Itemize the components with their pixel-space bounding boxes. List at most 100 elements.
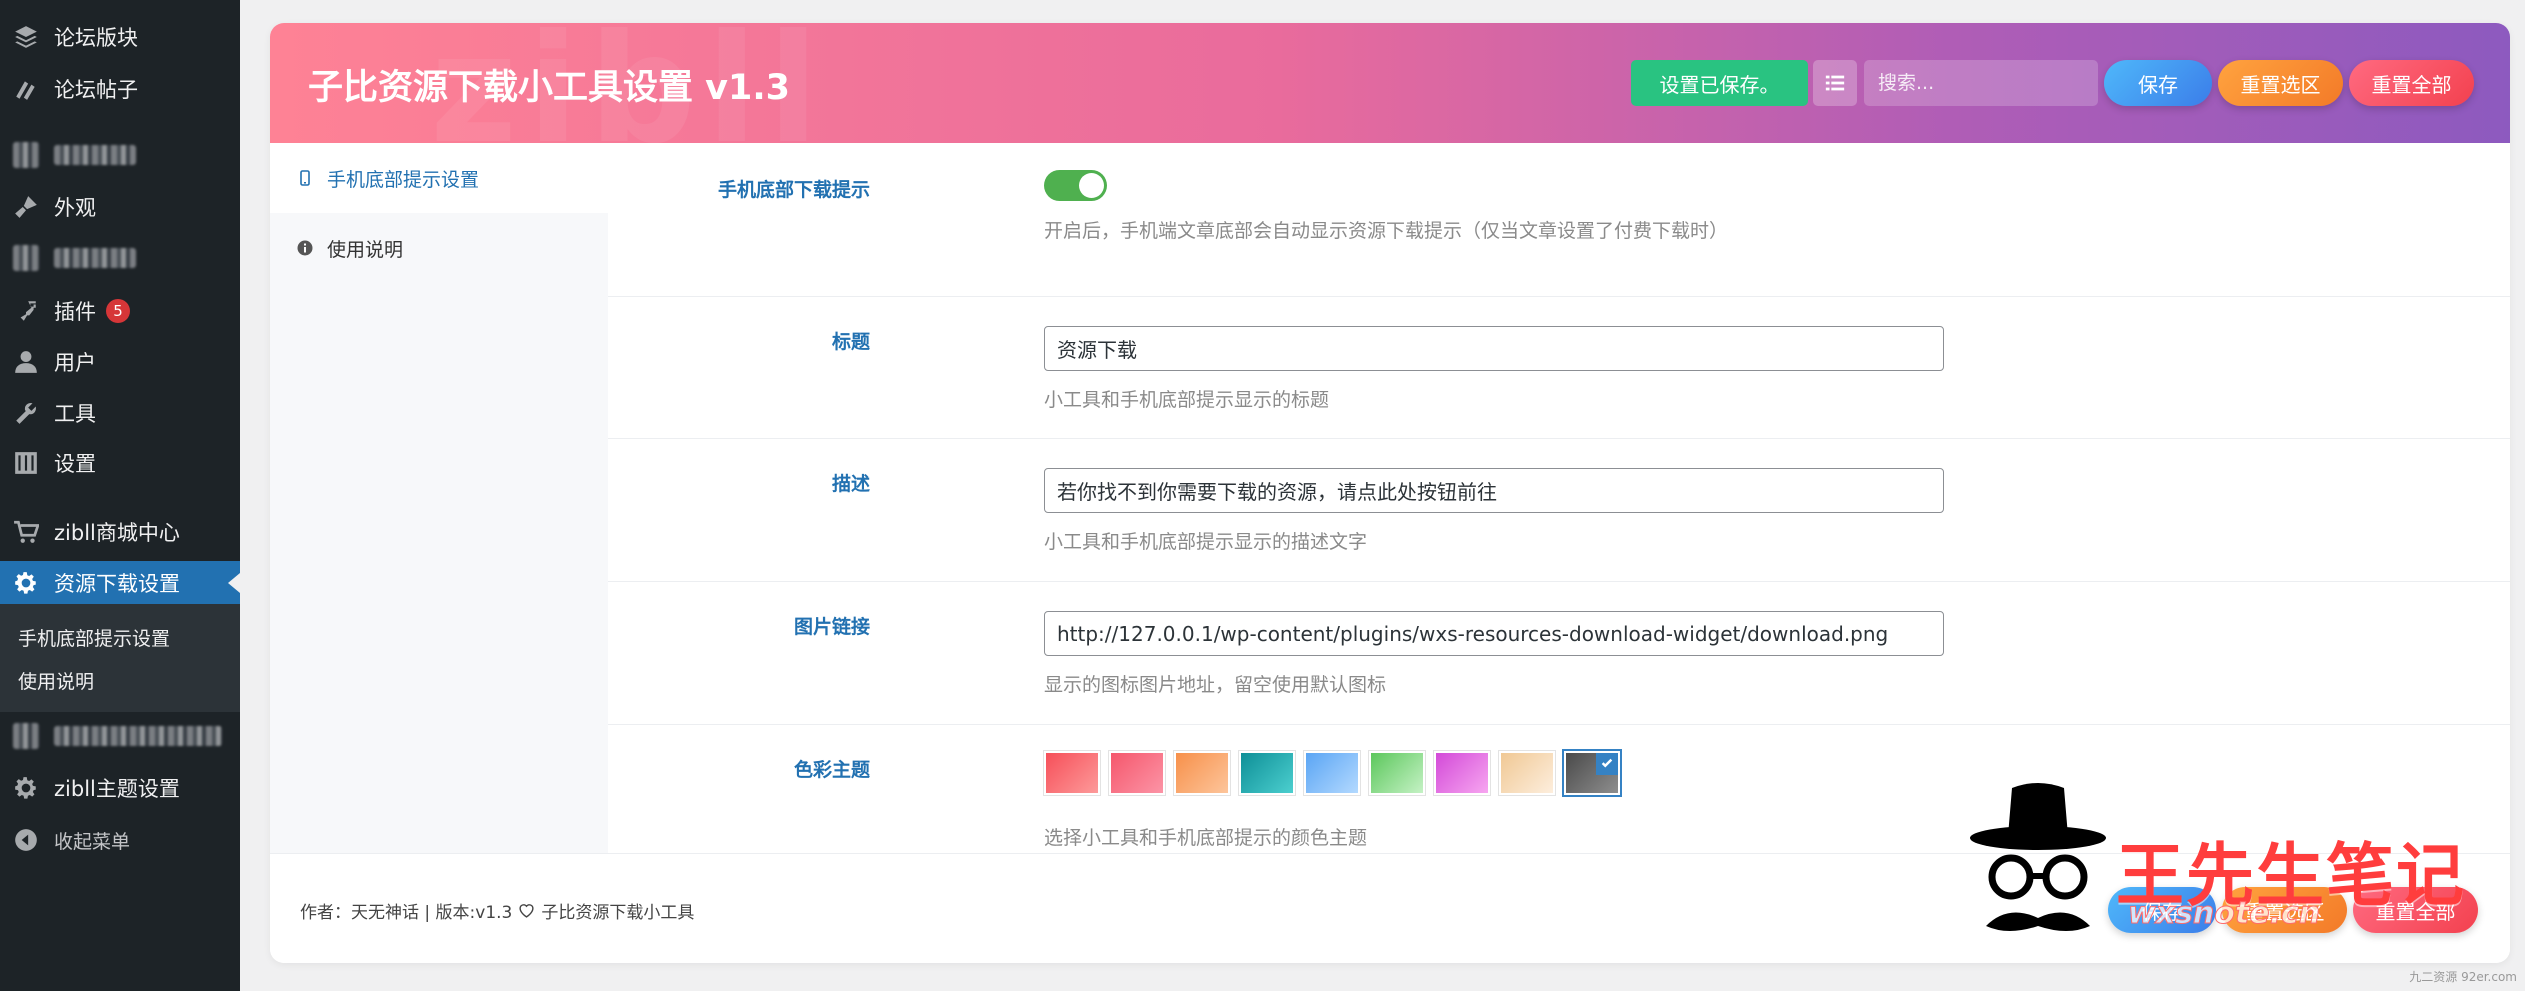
nav-item-label: 手机底部提示设置 [327, 168, 480, 191]
save-button[interactable]: 保存 [2104, 60, 2212, 106]
list-icon [1825, 75, 1845, 91]
wrench-icon [12, 399, 40, 427]
gear-icon [12, 569, 40, 597]
toggle-knob [1079, 173, 1104, 198]
mobile-icon [297, 170, 313, 186]
color-swatches [1044, 751, 1620, 795]
field-description: 小工具和手机底部提示显示的描述文字 [1044, 531, 1368, 553]
color-swatch[interactable] [1369, 751, 1425, 795]
user-icon [12, 348, 40, 376]
footer-credits: 作者：天无神话 | 版本:v1.3 子比资源下载小工具 [300, 898, 694, 923]
nav-item-usage[interactable]: 使用说明 [270, 213, 608, 283]
gentleman-mascot-icon [1970, 783, 2106, 931]
blurred-icon [12, 141, 40, 169]
footer-plugin-name: 子比资源下载小工具 [541, 903, 695, 923]
field-mobile-tip: 手机底部下载提示 开启后，手机端文章底部会自动显示资源下载提示（仅当文章设置了付… [608, 143, 2510, 297]
field-label: 手机底部下载提示 [717, 179, 870, 201]
sidebar-submenu: 手机底部提示设置 使用说明 [0, 604, 240, 712]
reset-all-button[interactable]: 重置全部 [2349, 60, 2474, 106]
sidebar-item-label: 用户 [54, 351, 96, 375]
sidebar-item-appearance[interactable]: 外观 [0, 185, 240, 229]
plugin-update-count-badge: 5 [106, 299, 130, 323]
collapse-icon [12, 826, 40, 854]
nav-item-mobile-tip[interactable]: 手机底部提示设置 [270, 143, 608, 213]
sidebar-item-tools[interactable]: 工具 [0, 391, 240, 435]
title-input[interactable] [1044, 326, 1944, 371]
sidebar-item-label: 工具 [54, 402, 96, 426]
info-icon [297, 240, 313, 256]
blurred-label [54, 248, 136, 268]
sidebar-item-settings[interactable]: 设置 [0, 441, 240, 485]
field-label: 标题 [831, 331, 870, 353]
submenu-item-mobile-tip[interactable]: 手机底部提示设置 [18, 624, 170, 651]
sidebar-item-forum-posts[interactable]: 论坛帖子 [0, 67, 240, 111]
sidebar-item-resource-download-settings[interactable]: 资源下载设置 [0, 561, 240, 605]
sidebar-item-plugins[interactable]: 插件 5 [0, 289, 240, 333]
field-description: 小工具和手机底部提示显示的标题 [1044, 389, 1330, 411]
checkmark-icon [1596, 753, 1618, 775]
stack-icon [12, 23, 40, 51]
sidebar-item-blurred-1[interactable] [0, 133, 240, 177]
mobile-tip-toggle[interactable] [1044, 170, 1107, 201]
footer-author: 作者：天无神话 | 版本:v1.3 [300, 903, 513, 923]
blurred-label [54, 145, 136, 165]
settings-nav: 手机底部提示设置 使用说明 [270, 143, 608, 853]
field-description: 选择小工具和手机底部提示的颜色主题 [1044, 827, 1368, 849]
settings-header: zibll 子比资源下载小工具设置 v1.3 设置已保存。 保存 重置选区 重置… [270, 23, 2510, 143]
expand-all-button[interactable] [1813, 60, 1857, 106]
sidebar-item-label: 资源下载设置 [54, 572, 180, 596]
sidebar-item-collapse-menu[interactable]: 收起菜单 [0, 818, 240, 862]
sidebar-item-blurred-2[interactable] [0, 236, 240, 280]
sidebar-item-zibll-theme-settings[interactable]: zibll主题设置 [0, 766, 240, 810]
blurred-label [54, 726, 222, 746]
search-input[interactable] [1864, 60, 2098, 106]
sidebar-item-users[interactable]: 用户 [0, 340, 240, 384]
brush-icon [12, 193, 40, 221]
sidebar-item-blurred-3[interactable] [0, 714, 240, 758]
nav-item-label: 使用说明 [327, 238, 404, 261]
color-swatch[interactable] [1239, 751, 1295, 795]
page-title: 子比资源下载小工具设置 v1.3 [308, 68, 791, 108]
submenu-item-usage[interactable]: 使用说明 [18, 667, 94, 694]
cart-icon [12, 518, 40, 546]
color-swatch[interactable] [1434, 751, 1490, 795]
field-label: 描述 [831, 473, 870, 495]
color-swatch[interactable] [1564, 751, 1620, 795]
saved-notice: 设置已保存。 [1631, 60, 1808, 106]
sidebar-item-label: 插件 [54, 300, 96, 324]
field-description: 描述 小工具和手机底部提示显示的描述文字 [608, 439, 2510, 582]
color-swatch[interactable] [1109, 751, 1165, 795]
field-title: 标题 小工具和手机底部提示显示的标题 [608, 297, 2510, 439]
sidebar-item-zibll-shop[interactable]: zibll商城中心 [0, 510, 240, 554]
settings-content: 手机底部下载提示 开启后，手机端文章底部会自动显示资源下载提示（仅当文章设置了付… [608, 143, 2510, 853]
field-image-link: 图片链接 显示的图标图片地址，留空使用默认图标 [608, 582, 2510, 725]
settings-sliders-icon [12, 449, 40, 477]
sidebar-item-label: zibll商城中心 [54, 521, 180, 545]
image-link-input[interactable] [1044, 611, 1944, 656]
field-label: 色彩主题 [793, 759, 870, 781]
field-description: 显示的图标图片地址，留空使用默认图标 [1044, 674, 1387, 696]
description-input[interactable] [1044, 468, 1944, 513]
blurred-icon [12, 244, 40, 272]
watermark-subtitle: wxsnote.cn [2127, 896, 2321, 932]
sidebar-item-label: 论坛帖子 [54, 78, 138, 102]
color-swatch[interactable] [1499, 751, 1555, 795]
heart-icon [519, 904, 534, 918]
watermark-logo: 王先生笔记 wxsnote.cn [1968, 776, 2498, 951]
plugin-icon [12, 297, 40, 325]
reset-section-button[interactable]: 重置选区 [2218, 60, 2343, 106]
posts-icon [12, 75, 40, 103]
gear-icon [12, 774, 40, 802]
color-swatch[interactable] [1044, 751, 1100, 795]
color-swatch[interactable] [1304, 751, 1360, 795]
blurred-icon [12, 722, 40, 750]
sidebar-item-forum-sections[interactable]: 论坛版块 [0, 15, 240, 59]
color-swatch[interactable] [1174, 751, 1230, 795]
sidebar-item-label: 外观 [54, 196, 96, 220]
sidebar-item-label: 收起菜单 [54, 830, 131, 853]
field-description: 开启后，手机端文章底部会自动显示资源下载提示（仅当文章设置了付费下载时） [1044, 220, 1729, 242]
corner-watermark: 九二资源 92er.com [2409, 970, 2517, 984]
field-label: 图片链接 [793, 616, 870, 638]
admin-sidebar: 论坛版块 论坛帖子 外观 插件 5 用户 工具 设置 zibll商城中心 资源下… [0, 0, 240, 991]
sidebar-item-label: 论坛版块 [54, 26, 138, 50]
